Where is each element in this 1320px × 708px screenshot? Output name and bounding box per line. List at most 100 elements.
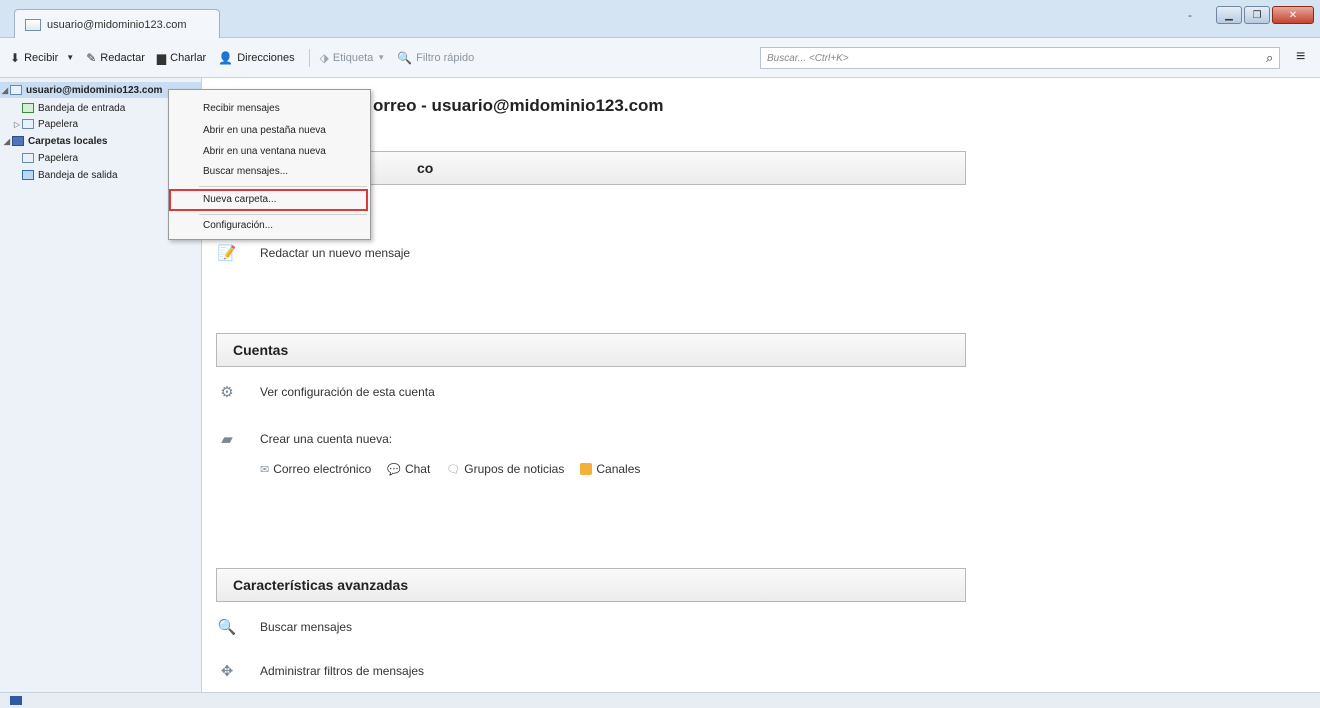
compose-label: Redactar un nuevo mensaje: [260, 246, 411, 260]
hamburger-menu-icon[interactable]: ≡: [1296, 48, 1305, 66]
folder-trash[interactable]: ▷ Papelera: [12, 116, 78, 132]
newsgroup-icon: 🗨: [446, 463, 461, 476]
manage-filters-link[interactable]: ✥ Administrar filtros de mensajes: [216, 662, 424, 680]
manage-filters-label: Administrar filtros de mensajes: [260, 664, 425, 678]
search-messages-label: Buscar mensajes: [260, 620, 353, 634]
chat-icon: ▆: [156, 50, 167, 65]
download-icon: ⬇: [10, 50, 21, 65]
account-label: usuario@midominio123.com: [26, 84, 163, 96]
rss-feed-icon: [580, 463, 593, 475]
search-icon[interactable]: ⌕: [1266, 50, 1273, 66]
tag-label: Etiqueta: [332, 51, 374, 64]
tab-title: usuario@midominio123.com: [47, 18, 187, 31]
tag-button[interactable]: ⬗ Etiqueta ▼: [320, 51, 386, 65]
tag-icon: ⬗: [319, 50, 329, 65]
new-account-icon: ▰: [221, 431, 233, 448]
pencil-icon: ✎: [86, 50, 97, 65]
tab-list-glyph: -: [1188, 8, 1192, 22]
expand-arrow-icon[interactable]: ▷: [12, 120, 22, 129]
addressbook-icon: 👤: [218, 50, 234, 65]
folder-label: Bandeja de salida: [38, 169, 118, 181]
folder-inbox[interactable]: Bandeja de entrada: [22, 100, 125, 116]
chat-bubble-icon: 💬: [387, 463, 401, 476]
menu-item-new-folder[interactable]: Nueva carpeta...: [203, 194, 276, 205]
section-accounts: Cuentas: [216, 333, 966, 367]
newsgroup-account-label: Grupos de noticias: [464, 462, 565, 476]
view-settings-label: Ver configuración de esta cuenta: [260, 385, 435, 399]
write-button[interactable]: ✎ Redactar: [86, 51, 145, 65]
search-placeholder: Buscar... <Ctrl+K>: [767, 52, 849, 64]
minimize-button[interactable]: ▁: [1216, 6, 1242, 24]
filter-arrows-icon: ✥: [220, 663, 234, 680]
maximize-button[interactable]: ❐: [1244, 6, 1270, 24]
search-input[interactable]: Buscar... <Ctrl+K>: [760, 47, 1280, 69]
envelope-icon: ✉: [260, 463, 270, 476]
folder-outbox[interactable]: Bandeja de salida: [22, 167, 118, 183]
compose-link[interactable]: 📝 Redactar un nuevo mensaje: [216, 244, 410, 262]
menu-item-get-messages[interactable]: Recibir mensajes: [203, 103, 280, 114]
maximize-icon: ❐: [1252, 9, 1262, 21]
section-email-title: co: [417, 160, 434, 176]
write-label: Redactar: [100, 51, 145, 64]
folder-label: Papelera: [38, 118, 79, 130]
newsgroup-account-link[interactable]: 🗨 Grupos de noticias: [446, 462, 564, 476]
page-title: orreo - usuario@midominio123.com: [373, 96, 664, 115]
context-menu: Recibir mensajes Abrir en una pestaña nu…: [168, 89, 371, 240]
section-advanced-title: Características avanzadas: [233, 577, 409, 593]
chat-label: Charlar: [170, 51, 207, 64]
main-toolbar: ⬇ Recibir ▼ ✎ Redactar ▆ Charlar 👤 Direc…: [0, 38, 1320, 78]
feeds-account-label: Canales: [596, 462, 641, 476]
gear-icon: ⚙: [220, 384, 234, 401]
compose-icon: 📝: [217, 245, 237, 262]
online-status-icon[interactable]: [10, 696, 22, 705]
email-account-label: Correo electrónico: [273, 462, 372, 476]
outbox-icon: [22, 170, 34, 180]
chat-account-label: Chat: [404, 462, 431, 476]
menu-separator: [199, 214, 367, 215]
folder-local[interactable]: ◢ Carpetas locales: [2, 133, 108, 149]
view-settings-link[interactable]: ⚙ Ver configuración de esta cuenta: [216, 383, 435, 401]
status-bar: [0, 692, 1320, 708]
chevron-down-icon: ▼: [377, 53, 386, 62]
magnifier-icon: 🔍: [217, 619, 237, 636]
chevron-down-icon[interactable]: ▼: [66, 53, 74, 62]
filter-icon: 🔍: [397, 50, 413, 65]
get-messages-label: Recibir: [24, 51, 59, 64]
folder-label: Bandeja de entrada: [38, 102, 126, 114]
address-book-label: Direcciones: [237, 51, 295, 64]
search-messages-link[interactable]: 🔍 Buscar mensajes: [216, 618, 352, 636]
close-button[interactable]: ✕: [1272, 6, 1314, 24]
folder-label: Papelera: [38, 152, 79, 164]
minimize-icon: ▁: [1225, 9, 1233, 21]
chat-account-link[interactable]: 💬 Chat: [387, 462, 430, 476]
folder-label: Carpetas locales: [28, 135, 108, 147]
trash-icon: [22, 153, 34, 163]
toolbar-separator: [308, 48, 310, 67]
menu-item-search-messages[interactable]: Buscar mensajes...: [203, 166, 288, 177]
get-messages-button[interactable]: ⬇ Recibir ▼: [10, 51, 74, 65]
quick-filter-button[interactable]: 🔍 Filtro rápido: [397, 51, 474, 65]
menu-item-open-tab[interactable]: Abrir en una pestaña nueva: [203, 125, 326, 136]
address-book-button[interactable]: 👤 Direcciones: [218, 51, 294, 65]
quick-filter-label: Filtro rápido: [416, 51, 475, 64]
email-account-link[interactable]: ✉ Correo electrónico: [260, 462, 371, 476]
create-account-label: Crear una cuenta nueva:: [260, 432, 393, 446]
folder-local-trash[interactable]: Papelera: [22, 150, 78, 166]
menu-item-open-window[interactable]: Abrir en una ventana nueva: [203, 146, 326, 157]
create-account-row: ▰ Crear una cuenta nueva:: [216, 430, 392, 448]
inbox-icon: [22, 103, 34, 113]
computer-icon: [12, 136, 24, 146]
section-advanced: Características avanzadas: [216, 568, 966, 602]
chat-button[interactable]: ▆ Charlar: [157, 51, 206, 65]
menu-separator: [199, 186, 367, 187]
feeds-account-link[interactable]: Canales: [580, 462, 640, 476]
account-type-links: ✉ Correo electrónico 💬 Chat 🗨 Grupos de …: [260, 462, 640, 476]
account-icon: [10, 85, 22, 95]
menu-item-settings[interactable]: Configuración...: [203, 220, 273, 231]
collapse-arrow-icon[interactable]: ◢: [2, 137, 12, 146]
mail-icon: [25, 18, 41, 31]
close-icon: ✕: [1288, 9, 1298, 21]
tab-account[interactable]: usuario@midominio123.com: [14, 9, 220, 39]
title-bar: usuario@midominio123.com - ▁ ❐ ✕: [0, 0, 1320, 39]
collapse-arrow-icon[interactable]: ◢: [0, 86, 10, 95]
